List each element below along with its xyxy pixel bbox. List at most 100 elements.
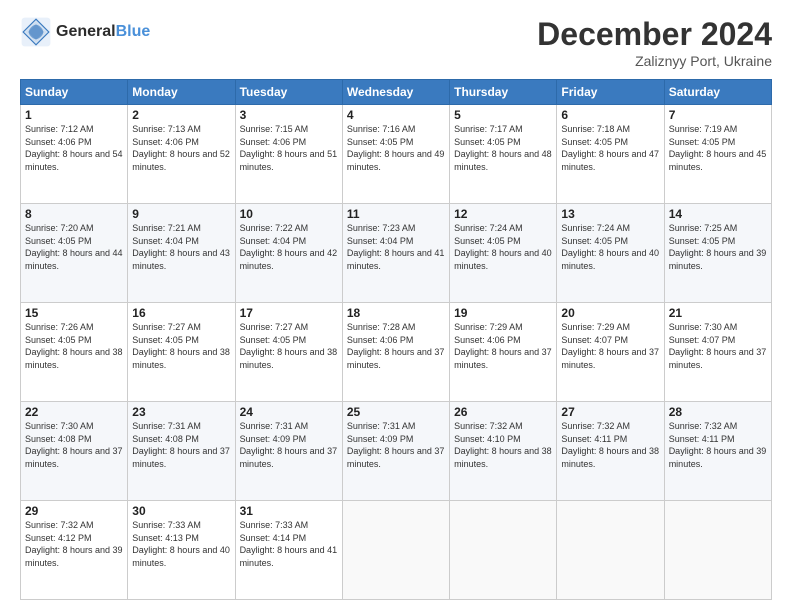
- day-info: Sunrise: 7:15 AM Sunset: 4:06 PM Dayligh…: [240, 123, 338, 173]
- day-number: 28: [669, 405, 767, 419]
- day-number: 8: [25, 207, 123, 221]
- day-info: Sunrise: 7:29 AM Sunset: 4:07 PM Dayligh…: [561, 321, 659, 371]
- calendar-cell: 22 Sunrise: 7:30 AM Sunset: 4:08 PM Dayl…: [21, 402, 128, 501]
- month-title: December 2024: [537, 16, 772, 53]
- calendar-cell: 18 Sunrise: 7:28 AM Sunset: 4:06 PM Dayl…: [342, 303, 449, 402]
- day-number: 26: [454, 405, 552, 419]
- calendar-cell: 7 Sunrise: 7:19 AM Sunset: 4:05 PM Dayli…: [664, 105, 771, 204]
- day-info: Sunrise: 7:20 AM Sunset: 4:05 PM Dayligh…: [25, 222, 123, 272]
- day-number: 11: [347, 207, 445, 221]
- day-info: Sunrise: 7:25 AM Sunset: 4:05 PM Dayligh…: [669, 222, 767, 272]
- day-info: Sunrise: 7:16 AM Sunset: 4:05 PM Dayligh…: [347, 123, 445, 173]
- day-info: Sunrise: 7:13 AM Sunset: 4:06 PM Dayligh…: [132, 123, 230, 173]
- title-section: December 2024 Zaliznyy Port, Ukraine: [537, 16, 772, 69]
- calendar-cell: 17 Sunrise: 7:27 AM Sunset: 4:05 PM Dayl…: [235, 303, 342, 402]
- day-info: Sunrise: 7:19 AM Sunset: 4:05 PM Dayligh…: [669, 123, 767, 173]
- week-row-4: 22 Sunrise: 7:30 AM Sunset: 4:08 PM Dayl…: [21, 402, 772, 501]
- calendar-cell: 8 Sunrise: 7:20 AM Sunset: 4:05 PM Dayli…: [21, 204, 128, 303]
- location: Zaliznyy Port, Ukraine: [537, 53, 772, 69]
- calendar-cell: 28 Sunrise: 7:32 AM Sunset: 4:11 PM Dayl…: [664, 402, 771, 501]
- calendar-cell: 4 Sunrise: 7:16 AM Sunset: 4:05 PM Dayli…: [342, 105, 449, 204]
- day-number: 17: [240, 306, 338, 320]
- day-number: 22: [25, 405, 123, 419]
- day-info: Sunrise: 7:27 AM Sunset: 4:05 PM Dayligh…: [240, 321, 338, 371]
- day-info: Sunrise: 7:32 AM Sunset: 4:12 PM Dayligh…: [25, 519, 123, 569]
- day-number: 23: [132, 405, 230, 419]
- day-info: Sunrise: 7:32 AM Sunset: 4:11 PM Dayligh…: [561, 420, 659, 470]
- day-number: 16: [132, 306, 230, 320]
- day-info: Sunrise: 7:33 AM Sunset: 4:14 PM Dayligh…: [240, 519, 338, 569]
- day-info: Sunrise: 7:32 AM Sunset: 4:11 PM Dayligh…: [669, 420, 767, 470]
- calendar-cell: 6 Sunrise: 7:18 AM Sunset: 4:05 PM Dayli…: [557, 105, 664, 204]
- calendar-cell: 26 Sunrise: 7:32 AM Sunset: 4:10 PM Dayl…: [450, 402, 557, 501]
- day-info: Sunrise: 7:33 AM Sunset: 4:13 PM Dayligh…: [132, 519, 230, 569]
- calendar-cell: 19 Sunrise: 7:29 AM Sunset: 4:06 PM Dayl…: [450, 303, 557, 402]
- week-row-2: 8 Sunrise: 7:20 AM Sunset: 4:05 PM Dayli…: [21, 204, 772, 303]
- day-number: 29: [25, 504, 123, 518]
- col-monday: Monday: [128, 80, 235, 105]
- day-info: Sunrise: 7:26 AM Sunset: 4:05 PM Dayligh…: [25, 321, 123, 371]
- day-info: Sunrise: 7:31 AM Sunset: 4:08 PM Dayligh…: [132, 420, 230, 470]
- week-row-1: 1 Sunrise: 7:12 AM Sunset: 4:06 PM Dayli…: [21, 105, 772, 204]
- day-info: Sunrise: 7:32 AM Sunset: 4:10 PM Dayligh…: [454, 420, 552, 470]
- calendar-cell: 20 Sunrise: 7:29 AM Sunset: 4:07 PM Dayl…: [557, 303, 664, 402]
- day-info: Sunrise: 7:12 AM Sunset: 4:06 PM Dayligh…: [25, 123, 123, 173]
- day-number: 3: [240, 108, 338, 122]
- day-info: Sunrise: 7:30 AM Sunset: 4:08 PM Dayligh…: [25, 420, 123, 470]
- calendar-cell: 3 Sunrise: 7:15 AM Sunset: 4:06 PM Dayli…: [235, 105, 342, 204]
- col-sunday: Sunday: [21, 80, 128, 105]
- day-number: 4: [347, 108, 445, 122]
- day-number: 18: [347, 306, 445, 320]
- day-info: Sunrise: 7:22 AM Sunset: 4:04 PM Dayligh…: [240, 222, 338, 272]
- week-row-3: 15 Sunrise: 7:26 AM Sunset: 4:05 PM Dayl…: [21, 303, 772, 402]
- day-info: Sunrise: 7:27 AM Sunset: 4:05 PM Dayligh…: [132, 321, 230, 371]
- calendar-cell: 1 Sunrise: 7:12 AM Sunset: 4:06 PM Dayli…: [21, 105, 128, 204]
- day-number: 5: [454, 108, 552, 122]
- day-info: Sunrise: 7:29 AM Sunset: 4:06 PM Dayligh…: [454, 321, 552, 371]
- day-number: 15: [25, 306, 123, 320]
- calendar-cell: 13 Sunrise: 7:24 AM Sunset: 4:05 PM Dayl…: [557, 204, 664, 303]
- col-thursday: Thursday: [450, 80, 557, 105]
- calendar-cell: [342, 501, 449, 600]
- calendar-cell: [557, 501, 664, 600]
- day-number: 1: [25, 108, 123, 122]
- calendar-cell: 31 Sunrise: 7:33 AM Sunset: 4:14 PM Dayl…: [235, 501, 342, 600]
- calendar-cell: 15 Sunrise: 7:26 AM Sunset: 4:05 PM Dayl…: [21, 303, 128, 402]
- calendar-cell: 5 Sunrise: 7:17 AM Sunset: 4:05 PM Dayli…: [450, 105, 557, 204]
- day-number: 10: [240, 207, 338, 221]
- calendar-cell: 21 Sunrise: 7:30 AM Sunset: 4:07 PM Dayl…: [664, 303, 771, 402]
- day-number: 24: [240, 405, 338, 419]
- day-info: Sunrise: 7:23 AM Sunset: 4:04 PM Dayligh…: [347, 222, 445, 272]
- col-wednesday: Wednesday: [342, 80, 449, 105]
- calendar-cell: 9 Sunrise: 7:21 AM Sunset: 4:04 PM Dayli…: [128, 204, 235, 303]
- day-info: Sunrise: 7:31 AM Sunset: 4:09 PM Dayligh…: [240, 420, 338, 470]
- col-saturday: Saturday: [664, 80, 771, 105]
- calendar-cell: 16 Sunrise: 7:27 AM Sunset: 4:05 PM Dayl…: [128, 303, 235, 402]
- col-tuesday: Tuesday: [235, 80, 342, 105]
- calendar-header-row: Sunday Monday Tuesday Wednesday Thursday…: [21, 80, 772, 105]
- day-number: 2: [132, 108, 230, 122]
- logo-icon: [20, 16, 52, 48]
- day-number: 7: [669, 108, 767, 122]
- day-info: Sunrise: 7:24 AM Sunset: 4:05 PM Dayligh…: [561, 222, 659, 272]
- day-number: 12: [454, 207, 552, 221]
- calendar-cell: 24 Sunrise: 7:31 AM Sunset: 4:09 PM Dayl…: [235, 402, 342, 501]
- page: GeneralBlue December 2024 Zaliznyy Port,…: [0, 0, 792, 612]
- day-number: 6: [561, 108, 659, 122]
- col-friday: Friday: [557, 80, 664, 105]
- calendar-cell: 27 Sunrise: 7:32 AM Sunset: 4:11 PM Dayl…: [557, 402, 664, 501]
- calendar-cell: 23 Sunrise: 7:31 AM Sunset: 4:08 PM Dayl…: [128, 402, 235, 501]
- logo-text: GeneralBlue: [56, 22, 150, 41]
- day-number: 31: [240, 504, 338, 518]
- logo: GeneralBlue: [20, 16, 150, 48]
- calendar-table: Sunday Monday Tuesday Wednesday Thursday…: [20, 79, 772, 600]
- day-info: Sunrise: 7:28 AM Sunset: 4:06 PM Dayligh…: [347, 321, 445, 371]
- calendar-cell: [450, 501, 557, 600]
- day-number: 30: [132, 504, 230, 518]
- day-info: Sunrise: 7:24 AM Sunset: 4:05 PM Dayligh…: [454, 222, 552, 272]
- day-number: 14: [669, 207, 767, 221]
- calendar-cell: 29 Sunrise: 7:32 AM Sunset: 4:12 PM Dayl…: [21, 501, 128, 600]
- day-number: 21: [669, 306, 767, 320]
- day-number: 20: [561, 306, 659, 320]
- day-number: 25: [347, 405, 445, 419]
